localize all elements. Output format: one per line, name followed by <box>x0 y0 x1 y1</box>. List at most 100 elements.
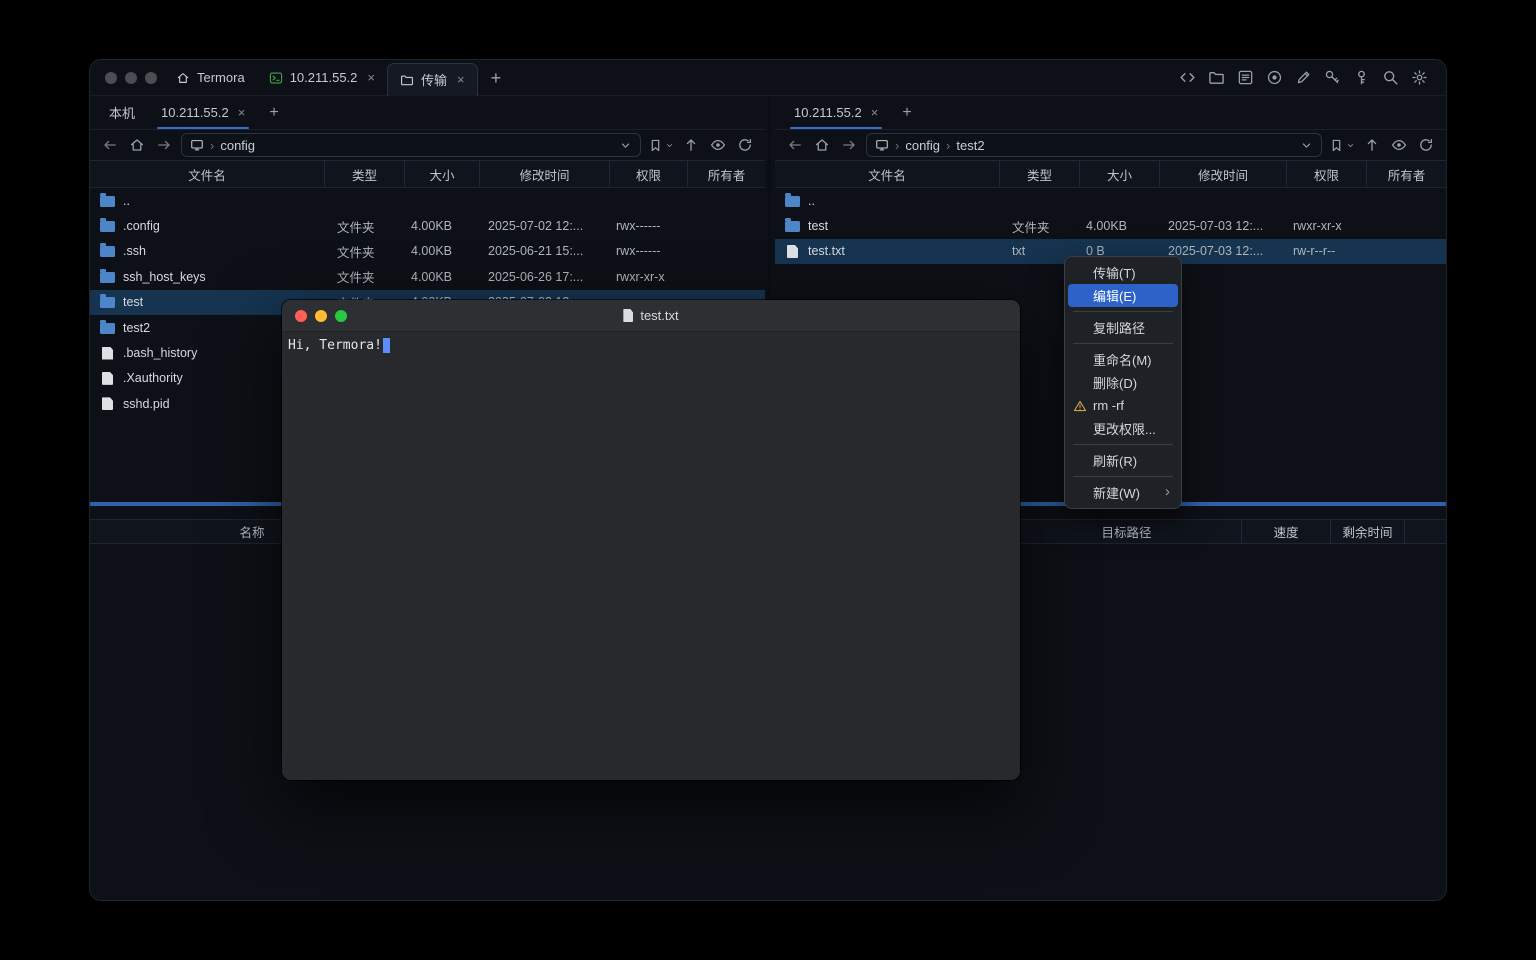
editor-zoom-button[interactable] <box>335 310 347 322</box>
tab-close-icon[interactable]: × <box>457 73 465 86</box>
forward-button[interactable] <box>839 137 859 153</box>
column-header-size[interactable]: 大小 <box>405 161 480 187</box>
new-tab-button[interactable]: + <box>478 69 515 87</box>
file-permissions: rwxr-xr-x <box>1287 213 1367 238</box>
editor-title: test.txt <box>623 308 678 323</box>
tab-ssh-session[interactable]: 10.211.55.2 × <box>257 60 387 95</box>
key-icon[interactable] <box>1324 69 1341 86</box>
forward-button[interactable] <box>154 137 174 153</box>
column-header-filename[interactable]: 文件名 <box>90 161 325 187</box>
editor-close-button[interactable] <box>295 310 307 322</box>
pane-new-tab-button[interactable]: + <box>891 105 922 121</box>
column-header-size[interactable]: 大小 <box>1080 161 1160 187</box>
transfer-column-remaining-time[interactable]: 剩余时间 <box>1331 520 1405 543</box>
menu-item-new[interactable]: 新建(W) <box>1065 481 1181 504</box>
home-button[interactable] <box>812 137 832 153</box>
file-owner <box>688 264 765 289</box>
search-icon[interactable] <box>1382 69 1399 86</box>
record-icon[interactable] <box>1266 69 1283 86</box>
tab-close-icon[interactable]: × <box>367 71 375 84</box>
pane-tab-remote[interactable]: 10.211.55.2 × <box>781 96 891 129</box>
transfer-column-target-path[interactable]: 目标路径 <box>1012 520 1242 543</box>
menu-item-change-permissions[interactable]: 更改权限... <box>1065 417 1181 440</box>
column-header-owner[interactable]: 所有者 <box>1367 161 1446 187</box>
bookmark-button[interactable] <box>648 138 674 153</box>
menu-item-refresh[interactable]: 刷新(R) <box>1065 449 1181 472</box>
file-size <box>1080 188 1160 213</box>
chevron-down-icon[interactable] <box>619 139 632 152</box>
editor-content[interactable]: Hi, Termora! <box>282 332 1020 359</box>
column-header-type[interactable]: 类型 <box>325 161 405 187</box>
crumb-segment[interactable]: test2 <box>956 138 984 153</box>
editor-minimize-button[interactable] <box>315 310 327 322</box>
tab-home[interactable]: Termora <box>164 60 257 95</box>
file-row[interactable]: .ssh 文件夹 4.00KB 2025-06-21 15:... rwx---… <box>90 239 765 264</box>
tab-close-icon[interactable]: × <box>238 106 246 119</box>
pane-tab-remote[interactable]: 10.211.55.2 × <box>148 96 258 129</box>
file-name: .bash_history <box>123 346 197 360</box>
path-breadcrumb[interactable]: › config › test2 <box>866 133 1322 157</box>
column-header-permissions[interactable]: 权限 <box>610 161 688 187</box>
menu-item-rename[interactable]: 重命名(M) <box>1065 348 1181 371</box>
menu-item-rm-rf[interactable]: rm -rf <box>1065 394 1181 417</box>
file-type <box>1000 188 1080 213</box>
menu-item-delete[interactable]: 删除(D) <box>1065 371 1181 394</box>
column-header-modified[interactable]: 修改时间 <box>1160 161 1287 187</box>
menu-item-copy-path[interactable]: 复制路径 <box>1065 316 1181 339</box>
file-type-icon <box>100 323 115 334</box>
code-icon[interactable] <box>1179 69 1196 86</box>
pane-tab-local[interactable]: 本机 <box>96 96 148 129</box>
file-permissions <box>610 188 688 213</box>
column-header-type[interactable]: 类型 <box>1000 161 1080 187</box>
file-table-header: 文件名 类型 大小 修改时间 权限 所有者 <box>90 160 765 188</box>
editor-titlebar: test.txt <box>282 300 1020 332</box>
pane-new-tab-button[interactable]: + <box>258 105 289 121</box>
parent-directory-button[interactable] <box>1362 137 1382 153</box>
file-row[interactable]: .config 文件夹 4.00KB 2025-07-02 12:... rwx… <box>90 213 765 238</box>
file-row[interactable]: ssh_host_keys 文件夹 4.00KB 2025-06-26 17:.… <box>90 264 765 289</box>
computer-icon <box>190 138 204 152</box>
crumb-segment[interactable]: config <box>220 138 255 153</box>
show-hidden-files-button[interactable] <box>708 137 728 153</box>
refresh-button[interactable] <box>1416 137 1436 153</box>
file-name: .config <box>123 219 160 233</box>
file-permissions <box>1287 188 1367 213</box>
folder-icon[interactable] <box>1208 69 1225 86</box>
menu-item-edit[interactable]: 编辑(E) <box>1068 284 1178 307</box>
home-button[interactable] <box>127 137 147 153</box>
file-row[interactable]: .. <box>775 188 1446 213</box>
chevron-down-icon[interactable] <box>1300 139 1313 152</box>
tab-transfer-label: 传输 <box>421 70 447 89</box>
folder-icon <box>400 73 414 87</box>
column-header-filename[interactable]: 文件名 <box>775 161 1000 187</box>
refresh-button[interactable] <box>735 137 755 153</box>
window-close-button[interactable] <box>105 72 117 84</box>
settings-icon[interactable] <box>1411 69 1428 86</box>
tab-transfer[interactable]: 传输 × <box>387 63 478 96</box>
column-header-permissions[interactable]: 权限 <box>1287 161 1367 187</box>
event-log-icon[interactable] <box>1237 69 1254 86</box>
window-minimize-button[interactable] <box>125 72 137 84</box>
file-owner <box>1367 213 1446 238</box>
file-type: 文件夹 <box>325 239 405 264</box>
parent-directory-button[interactable] <box>681 137 701 153</box>
back-button[interactable] <box>100 137 120 153</box>
keychain-icon[interactable] <box>1353 69 1370 86</box>
menu-item-transfer[interactable]: 传输(T) <box>1065 261 1181 284</box>
right-pane-toolbar: › config › test2 <box>775 130 1446 160</box>
tab-close-icon[interactable]: × <box>871 106 879 119</box>
crumb-segment[interactable]: config <box>905 138 940 153</box>
transfer-column-speed[interactable]: 速度 <box>1242 520 1331 543</box>
edit-icon[interactable] <box>1295 69 1312 86</box>
menu-separator <box>1073 476 1173 477</box>
back-button[interactable] <box>785 137 805 153</box>
file-row[interactable]: test 文件夹 4.00KB 2025-07-03 12:... rwxr-x… <box>775 213 1446 238</box>
window-zoom-button[interactable] <box>145 72 157 84</box>
show-hidden-files-button[interactable] <box>1389 137 1409 153</box>
column-header-modified[interactable]: 修改时间 <box>480 161 610 187</box>
path-breadcrumb[interactable]: › config <box>181 133 641 157</box>
column-header-owner[interactable]: 所有者 <box>688 161 765 187</box>
file-row[interactable]: .. <box>90 188 765 213</box>
file-table-header: 文件名 类型 大小 修改时间 权限 所有者 <box>775 160 1446 188</box>
bookmark-button[interactable] <box>1329 138 1355 153</box>
